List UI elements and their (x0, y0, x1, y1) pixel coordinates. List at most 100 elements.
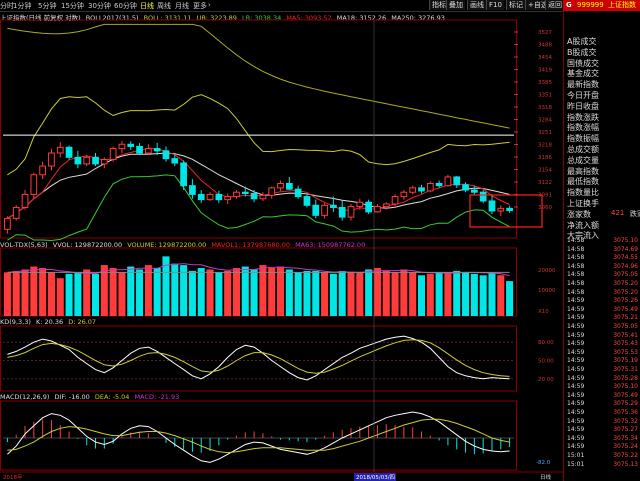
volume-bar (197, 268, 205, 316)
side-menu-item[interactable]: 基金成交 (567, 68, 599, 79)
quote-header[interactable]: G 999999 上证指数 (563, 0, 640, 11)
volume-bar (188, 270, 196, 316)
volume-bar (250, 269, 258, 316)
candle-body (136, 145, 143, 154)
side-menu-item[interactable]: A股成交 (567, 36, 596, 47)
volume-bar (321, 272, 329, 316)
price-tick-label: 3284 (538, 118, 552, 124)
trade-time: 14:59 (567, 409, 585, 416)
trade-time: 14:59 (567, 374, 585, 382)
vol-tick-label: X10 (538, 309, 549, 315)
trade-time: 14:58 (567, 288, 585, 296)
trade-price: 3075.28 (613, 374, 638, 382)
trade-time: 15:01 (567, 460, 585, 468)
candle-body (418, 187, 425, 192)
volume-ma-line (7, 263, 510, 277)
quote-flag: G (566, 1, 572, 9)
trade-price: 3074.55 (613, 254, 638, 262)
volume-bar (91, 273, 100, 316)
candle-body (321, 204, 328, 216)
candle-body (153, 148, 161, 152)
side-menu-item[interactable]: B股成交 (567, 47, 597, 58)
trade-time: 14:59 (567, 297, 585, 305)
trade-time: 14:58 (567, 254, 585, 262)
side-menu-item[interactable]: 指数涨幅 (567, 122, 599, 133)
candle-body (347, 206, 355, 218)
trade-time: 14:59 (567, 314, 585, 322)
side-menu-item[interactable]: 最高指数 (567, 166, 599, 177)
candle-body (330, 204, 337, 208)
candle-body (374, 206, 381, 213)
side-menu-item[interactable]: 最新指数 (567, 79, 599, 90)
candle-body (444, 176, 452, 187)
volume-bar (12, 270, 20, 316)
candle-body (338, 206, 346, 218)
d-line (7, 339, 510, 377)
upper-band-line (7, 23, 510, 129)
volume-bar (365, 269, 373, 316)
side-menu-item[interactable]: 最低指数 (567, 176, 599, 187)
candle-body (294, 188, 302, 198)
volume-bar (347, 272, 355, 316)
volume-bar (224, 270, 232, 316)
volume-bar (338, 270, 346, 316)
kd-tick-label: 50.00 (538, 359, 554, 365)
candle-body (127, 143, 135, 147)
candle-body (39, 165, 47, 176)
price-tick-label: 3488 (538, 43, 552, 49)
side-menu-item[interactable]: 指数振幅 (567, 133, 599, 144)
candle-body (268, 187, 276, 196)
trade-price: 3075.53 (613, 348, 638, 356)
trade-time: 14:59 (567, 340, 585, 348)
volume-bar (329, 273, 337, 316)
trade-time: 14:59 (567, 366, 585, 373)
period-label: 日线 (540, 473, 552, 481)
volume-bar (74, 272, 82, 316)
boll-lower-line (7, 174, 510, 242)
side-menu-item[interactable]: 涨家数 (567, 209, 591, 220)
trade-time: 14:59 (567, 417, 585, 425)
trade-price: 3075.22 (613, 452, 638, 459)
candle-body (400, 191, 408, 198)
vol-tick-label: 10000 (538, 288, 556, 294)
candle-body (74, 156, 82, 165)
candle-body (197, 193, 205, 201)
side-menu-item[interactable]: 指数量比 (567, 187, 599, 198)
fall-label: 跌家 (630, 209, 640, 218)
vvol-value: VVOL: 129872200.00 (52, 241, 123, 249)
candle-body (462, 184, 469, 191)
trade-price: 3075.20 (613, 288, 638, 296)
trade-price: 3075.49 (613, 305, 638, 313)
side-menu-item[interactable]: 昨日收盘 (567, 101, 599, 112)
side-menu-item[interactable]: 指数涨跌 (567, 112, 599, 123)
trade-price: 3075.41 (613, 331, 638, 339)
side-menu-item[interactable]: 净流入额 (567, 220, 599, 231)
ma63-value: MA63: 150987762.00 (295, 241, 366, 249)
candle-body (56, 146, 64, 154)
volume-bar (39, 268, 47, 316)
volume-bar (118, 272, 126, 316)
macd-indicator-name: MACD(12,26,9) (0, 393, 50, 401)
quote-name: 上证指数 (607, 1, 636, 9)
side-menu-item[interactable]: 国债成交 (567, 58, 599, 69)
volume-bar (391, 272, 399, 316)
side-menu-item[interactable]: 今日开盘 (567, 90, 599, 101)
dea-value: DEA: -5.04 (94, 393, 130, 401)
trade-price: 3075.36 (613, 409, 638, 416)
candle-body (171, 158, 179, 164)
side-menu-item[interactable]: 总成交量 (567, 155, 599, 166)
candle-body (180, 162, 187, 187)
trade-time: 14:59 (567, 391, 585, 399)
candle-body (250, 193, 258, 200)
candle-body (312, 204, 320, 216)
side-menu-item[interactable]: 上证换手 (567, 198, 599, 209)
kd-tick-label: 20.00 (538, 377, 554, 383)
trade-time: 14:59 (567, 426, 585, 434)
volume-bar (356, 272, 364, 316)
trade-time: 14:59 (567, 434, 585, 442)
volume-bar (3, 272, 11, 316)
volume-bar (21, 269, 29, 316)
side-menu-item[interactable]: 总成交额 (567, 144, 599, 155)
candle-body (365, 201, 372, 213)
vol-indicator-name: VOL-TDX(5,63) (0, 241, 48, 249)
